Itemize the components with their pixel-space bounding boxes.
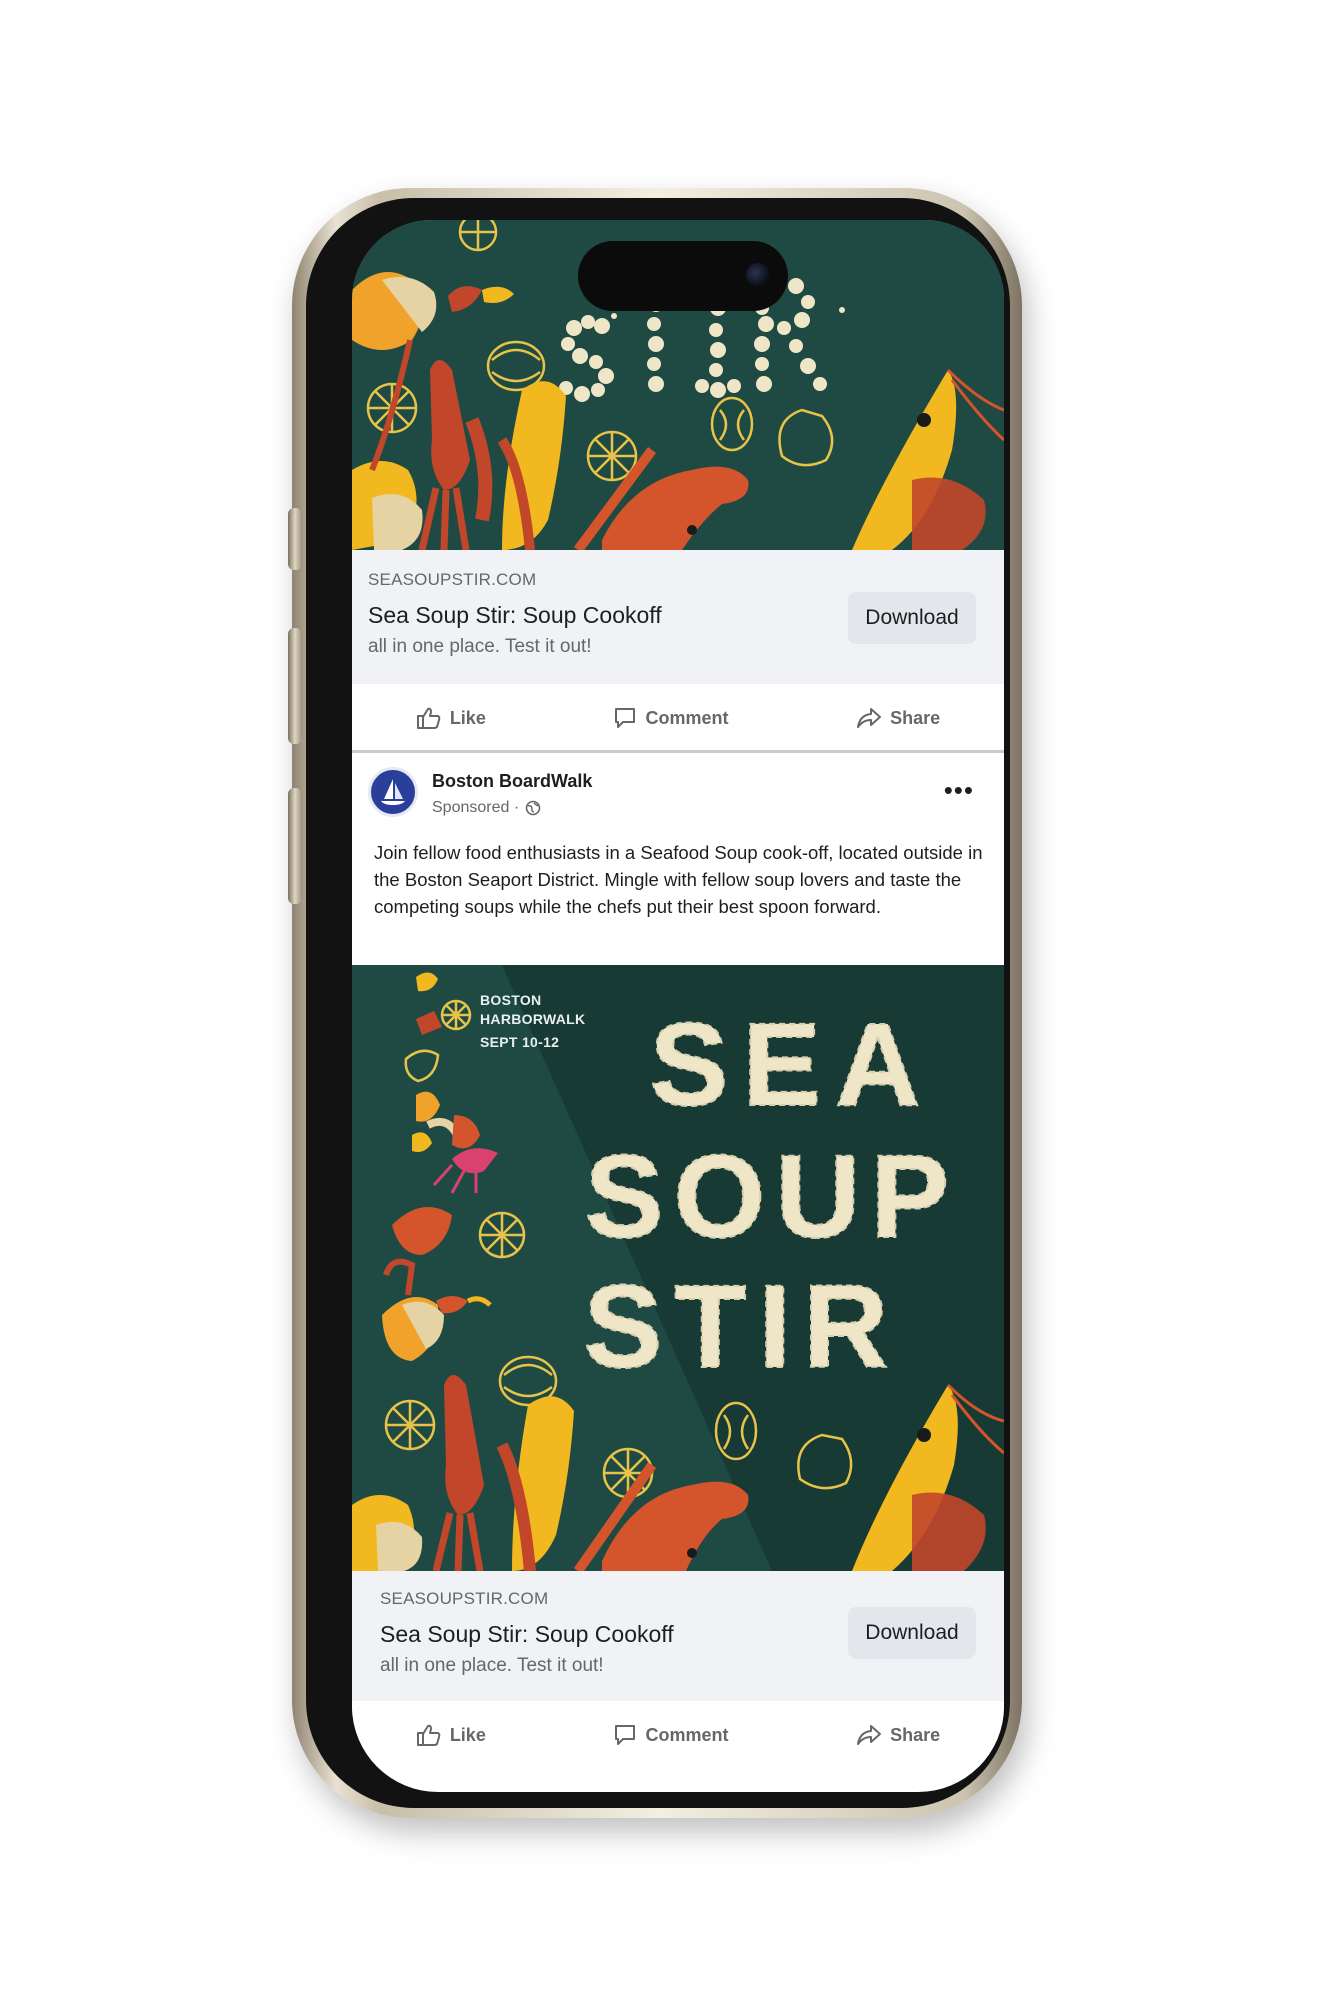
sponsored-text: Sponsored ·: [432, 799, 520, 816]
volume-down-button: [288, 788, 302, 904]
post-body-text: Join fellow food enthusiasts in a Seafoo…: [374, 842, 983, 917]
front-camera-icon: [746, 263, 770, 287]
poster-location-line2: HARBORWALK: [480, 1011, 586, 1027]
like-label: Like: [449, 1724, 486, 1745]
poster-location-line1: BOSTON: [480, 992, 542, 1008]
dynamic-island: [578, 241, 788, 311]
share-icon: [857, 1725, 882, 1745]
sponsored-post-header: Boston BoardWalk Sponsored · ••• Join fe…: [352, 753, 1004, 965]
share-label: Share: [890, 707, 941, 728]
comment-label: Comment: [645, 1724, 729, 1745]
comment-button[interactable]: Comment: [613, 706, 729, 730]
post-action-bar-main: Like Comment Share: [352, 1703, 1004, 1767]
sponsored-label: Sponsored ·: [432, 799, 541, 817]
share-button[interactable]: Share: [856, 1723, 940, 1747]
share-button[interactable]: Share: [856, 706, 940, 730]
share-icon: [857, 708, 882, 728]
comment-label: Comment: [645, 707, 729, 728]
share-label: Share: [890, 1724, 941, 1745]
more-icon: •••: [943, 775, 974, 805]
comment-icon: [615, 708, 636, 728]
volume-up-button: [288, 628, 302, 744]
like-icon: [416, 707, 441, 729]
action-button: [288, 508, 302, 570]
ad-title[interactable]: Sea Soup Stir: Soup Cookoff: [380, 1621, 674, 1648]
poster-dates: SEPT 10-12: [480, 1034, 560, 1050]
comment-icon: [615, 1725, 636, 1745]
download-button[interactable]: Download: [848, 1607, 976, 1659]
post-action-bar-top: Like Comment Share: [352, 686, 1004, 750]
ad-title[interactable]: Sea Soup Stir: Soup Cookoff: [368, 602, 662, 629]
like-label: Like: [449, 707, 486, 728]
poster-art-main: BOSTON HARBORWALK SEPT 10-12 SEA SOUP ST…: [352, 965, 1004, 1571]
download-button[interactable]: Download: [848, 592, 976, 644]
more-options-button[interactable]: •••: [944, 775, 974, 806]
comment-button[interactable]: Comment: [613, 1723, 729, 1747]
ad-image-main[interactable]: BOSTON HARBORWALK SEPT 10-12 SEA SOUP ST…: [352, 965, 1004, 1571]
ad-link-card-top[interactable]: SEASOUPSTIR.COM Sea Soup Stir: Soup Cook…: [352, 550, 1004, 684]
like-icon: [416, 1724, 441, 1746]
like-button[interactable]: Like: [416, 706, 486, 730]
ad-domain: SEASOUPSTIR.COM: [368, 570, 537, 589]
ad-description: all in one place. Test it out!: [368, 636, 592, 657]
sailboat-logo-icon: [381, 779, 405, 805]
poster-title-line3: STIR: [584, 1261, 901, 1393]
phone-screen: SEASOUPSTIR.COM Sea Soup Stir: Soup Cook…: [352, 220, 1004, 1792]
ad-link-card-main[interactable]: SEASOUPSTIR.COM Sea Soup Stir: Soup Cook…: [352, 1571, 1004, 1701]
poster-title-line2: SOUP: [585, 1131, 959, 1263]
poster-event-info: BOSTON HARBORWALK SEPT 10-12: [480, 991, 640, 1052]
poster-title-line1: SEA: [650, 999, 935, 1131]
page-avatar[interactable]: [368, 767, 418, 817]
like-button[interactable]: Like: [416, 1723, 486, 1747]
page-name[interactable]: Boston BoardWalk: [432, 771, 592, 792]
ad-description: all in one place. Test it out!: [380, 1655, 604, 1676]
globe-icon: [525, 800, 541, 816]
ad-domain: SEASOUPSTIR.COM: [380, 1589, 549, 1608]
